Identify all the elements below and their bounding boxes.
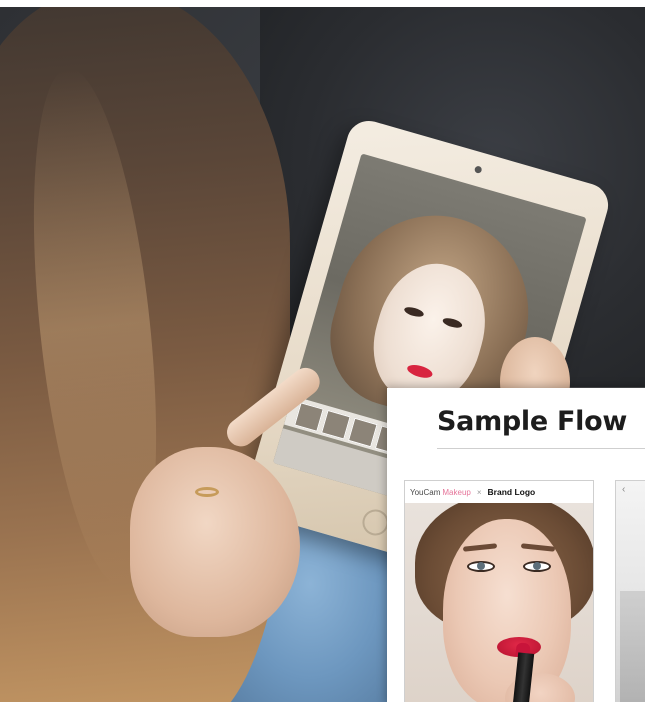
model-iris [477, 562, 485, 570]
sample-flow-title: Sample Flow [437, 406, 627, 437]
model-iris [533, 562, 541, 570]
model-lipstick-photo [405, 503, 593, 702]
tablet-camera [473, 165, 483, 174]
screen-2-background [620, 591, 645, 702]
brand-separator: × [476, 487, 482, 497]
sample-flow-card: Sample Flow YouCam Makeup × Brand Logo ‹ [387, 388, 645, 702]
screen-header: YouCam Makeup × Brand Logo [405, 481, 593, 503]
brand-logo-label: Brand Logo [487, 487, 536, 497]
youcam-wordmark: YouCam [410, 487, 441, 497]
title-divider [437, 448, 645, 449]
makeup-wordmark: Makeup [442, 487, 471, 497]
chevron-left-icon[interactable]: ‹ [622, 485, 625, 495]
flow-screen-1: YouCam Makeup × Brand Logo [404, 480, 594, 702]
finger-ring [195, 487, 219, 497]
flow-screen-2: ‹ [615, 480, 645, 702]
